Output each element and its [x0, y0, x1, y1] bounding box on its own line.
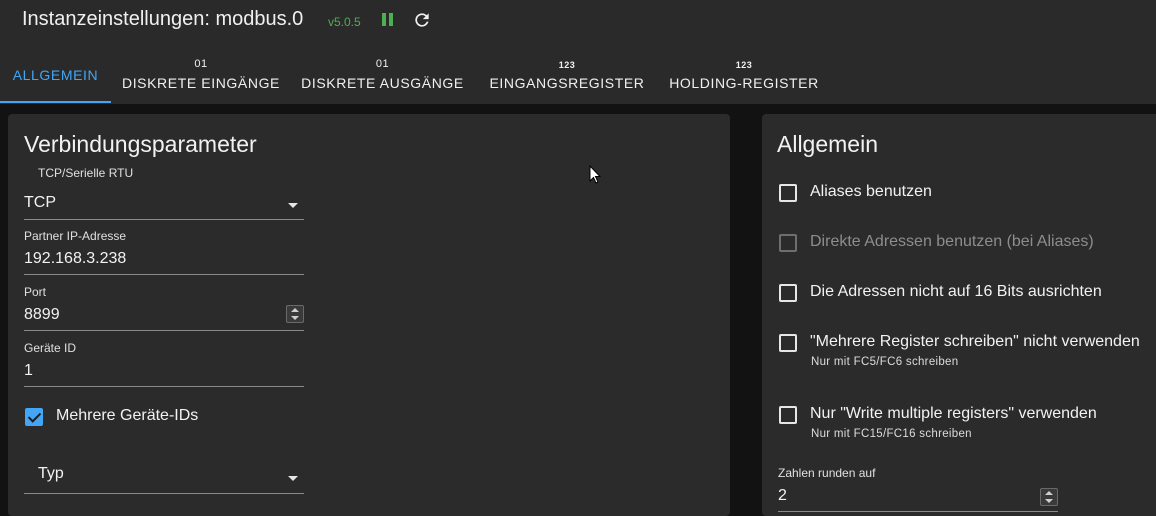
active-tab-indicator	[0, 101, 111, 103]
field-label: Port	[24, 285, 47, 299]
checkbox-unchecked-icon	[779, 284, 797, 302]
refresh-icon[interactable]	[412, 10, 432, 30]
numeric-icon: 123	[735, 60, 753, 70]
field-label: Zahlen runden auf	[778, 466, 876, 480]
chevron-down-icon	[288, 476, 298, 481]
use-aliases-checkbox[interactable]: Aliases benutzen	[779, 183, 1156, 204]
round-numbers-field[interactable]: Zahlen runden auf 2	[778, 466, 1058, 512]
tab-bar: ALLGEMEIN 01 DISKRETE EINGÄNGE 01 DISKRE…	[0, 45, 1156, 104]
connection-type-select[interactable]: TCP/Serielle RTU TCP	[24, 164, 304, 220]
tab-allgemein[interactable]: ALLGEMEIN	[0, 45, 111, 104]
checkbox-label: Aliases benutzen	[810, 183, 932, 200]
card-title: Verbindungsparameter	[24, 131, 257, 157]
field-underline	[24, 330, 304, 331]
field-underline	[24, 274, 304, 275]
checkbox-helper-text: Nur mit FC5/FC6 schreiben	[811, 356, 959, 368]
field-underline	[24, 386, 304, 387]
tab-diskrete-ausgaenge[interactable]: 01 DISKRETE AUSGÄNGE	[291, 45, 474, 104]
pause-icon[interactable]	[380, 12, 396, 28]
only-write-multiple-checkbox[interactable]: Nur "Write multiple registers" verwenden…	[779, 405, 1156, 446]
field-underline	[778, 511, 1058, 512]
page-title: Instanzeinstellungen: modbus.0	[22, 8, 304, 30]
port-field[interactable]: Port 8899	[24, 285, 304, 331]
field-label: Typ	[38, 465, 64, 482]
no-16bit-align-checkbox[interactable]: Die Adressen nicht auf 16 Bits ausrichte…	[779, 283, 1156, 304]
tab-label: HOLDING-REGISTER	[669, 75, 819, 91]
checkbox-checked-icon	[25, 408, 43, 426]
tab-eingangsregister[interactable]: 123 EINGANGSREGISTER	[480, 45, 654, 104]
checkbox-unchecked-icon	[779, 184, 797, 202]
chevron-down-icon	[288, 203, 298, 208]
checkbox-unchecked-icon	[779, 406, 797, 424]
tab-holding-register[interactable]: 123 HOLDING-REGISTER	[660, 45, 828, 104]
checkbox-helper-text: Nur mit FC15/FC16 schreiben	[811, 428, 972, 440]
field-underline	[24, 493, 304, 494]
field-label: Partner IP-Adresse	[24, 229, 127, 243]
round-stepper[interactable]	[1040, 488, 1058, 506]
field-underline	[24, 219, 304, 220]
port-stepper[interactable]	[286, 305, 304, 323]
checkbox-label: Die Adressen nicht auf 16 Bits ausrichte…	[810, 283, 1102, 300]
binary-icon: 01	[194, 58, 208, 70]
checkbox-label: "Mehrere Register schreiben" nicht verwe…	[810, 333, 1140, 350]
numeric-icon: 123	[558, 60, 576, 70]
tab-label: EINGANGSREGISTER	[489, 75, 645, 91]
field-value: 8899	[24, 306, 60, 323]
tab-diskrete-eingaenge[interactable]: 01 DISKRETE EINGÄNGE	[111, 45, 291, 104]
binary-icon: 01	[375, 58, 390, 70]
typ-select[interactable]: Typ	[24, 459, 304, 494]
checkbox-label: Mehrere Geräte-IDs	[56, 407, 199, 424]
instance-settings-window: Instanzeinstellungen: modbus.0 v5.0.5 AL…	[0, 0, 1156, 516]
card-title: Allgemein	[777, 131, 878, 157]
tab-label: DISKRETE AUSGÄNGE	[301, 75, 464, 91]
version-badge: v5.0.5	[328, 15, 361, 29]
title-bar: Instanzeinstellungen: modbus.0 v5.0.5	[0, 0, 1156, 45]
checkbox-label: Direkte Adressen benutzen (bei Aliases)	[810, 233, 1094, 250]
ip-address-field[interactable]: Partner IP-Adresse 192.168.3.238	[24, 229, 304, 275]
general-settings-card: Allgemein Aliases benutzen Direkte Adres…	[762, 114, 1156, 516]
connection-params-card: Verbindungsparameter TCP/Serielle RTU TC…	[8, 114, 730, 516]
tab-label: DISKRETE EINGÄNGE	[121, 75, 280, 91]
field-value: 1	[24, 362, 33, 379]
field-value: 2	[778, 487, 787, 504]
field-value: 192.168.3.238	[24, 250, 127, 267]
field-value: TCP	[24, 194, 56, 211]
no-multiple-write-checkbox[interactable]: "Mehrere Register schreiben" nicht verwe…	[779, 333, 1156, 374]
checkbox-unchecked-icon	[779, 334, 797, 352]
field-label: Geräte ID	[24, 341, 77, 355]
mouse-cursor-icon	[589, 165, 601, 184]
field-label: TCP/Serielle RTU	[38, 166, 134, 180]
device-id-field[interactable]: Geräte ID 1	[24, 341, 304, 387]
direct-addresses-checkbox[interactable]: Direkte Adressen benutzen (bei Aliases)	[779, 233, 1156, 254]
multiple-device-ids-checkbox[interactable]: Mehrere Geräte-IDs	[25, 407, 305, 428]
checkbox-unchecked-icon	[779, 234, 797, 252]
tab-label: ALLGEMEIN	[12, 67, 99, 83]
checkbox-label: Nur "Write multiple registers" verwenden	[810, 405, 1097, 422]
